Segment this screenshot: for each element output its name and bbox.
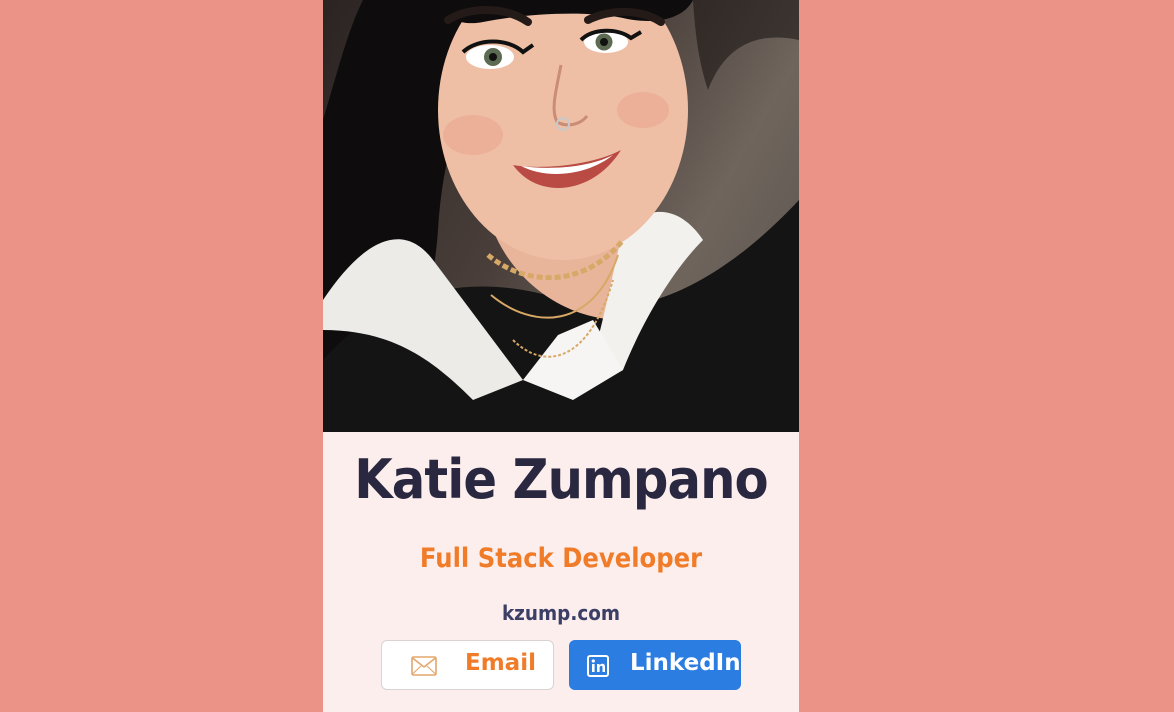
email-button[interactable]: Email bbox=[381, 640, 554, 690]
profile-title: Full Stack Developer bbox=[419, 543, 703, 574]
profile-card: Katie Zumpano Full Stack Developer kzump… bbox=[323, 0, 799, 712]
linkedin-icon bbox=[585, 654, 611, 678]
profile-photo bbox=[323, 0, 799, 432]
envelope-icon bbox=[411, 654, 437, 678]
profile-name: Katie Zumpano bbox=[354, 448, 769, 511]
website-link[interactable]: kzump.com bbox=[342, 601, 780, 625]
linkedin-button[interactable]: LinkedIn bbox=[569, 640, 741, 690]
email-button-label: Email bbox=[465, 650, 536, 676]
linkedin-button-label: LinkedIn bbox=[630, 650, 741, 676]
